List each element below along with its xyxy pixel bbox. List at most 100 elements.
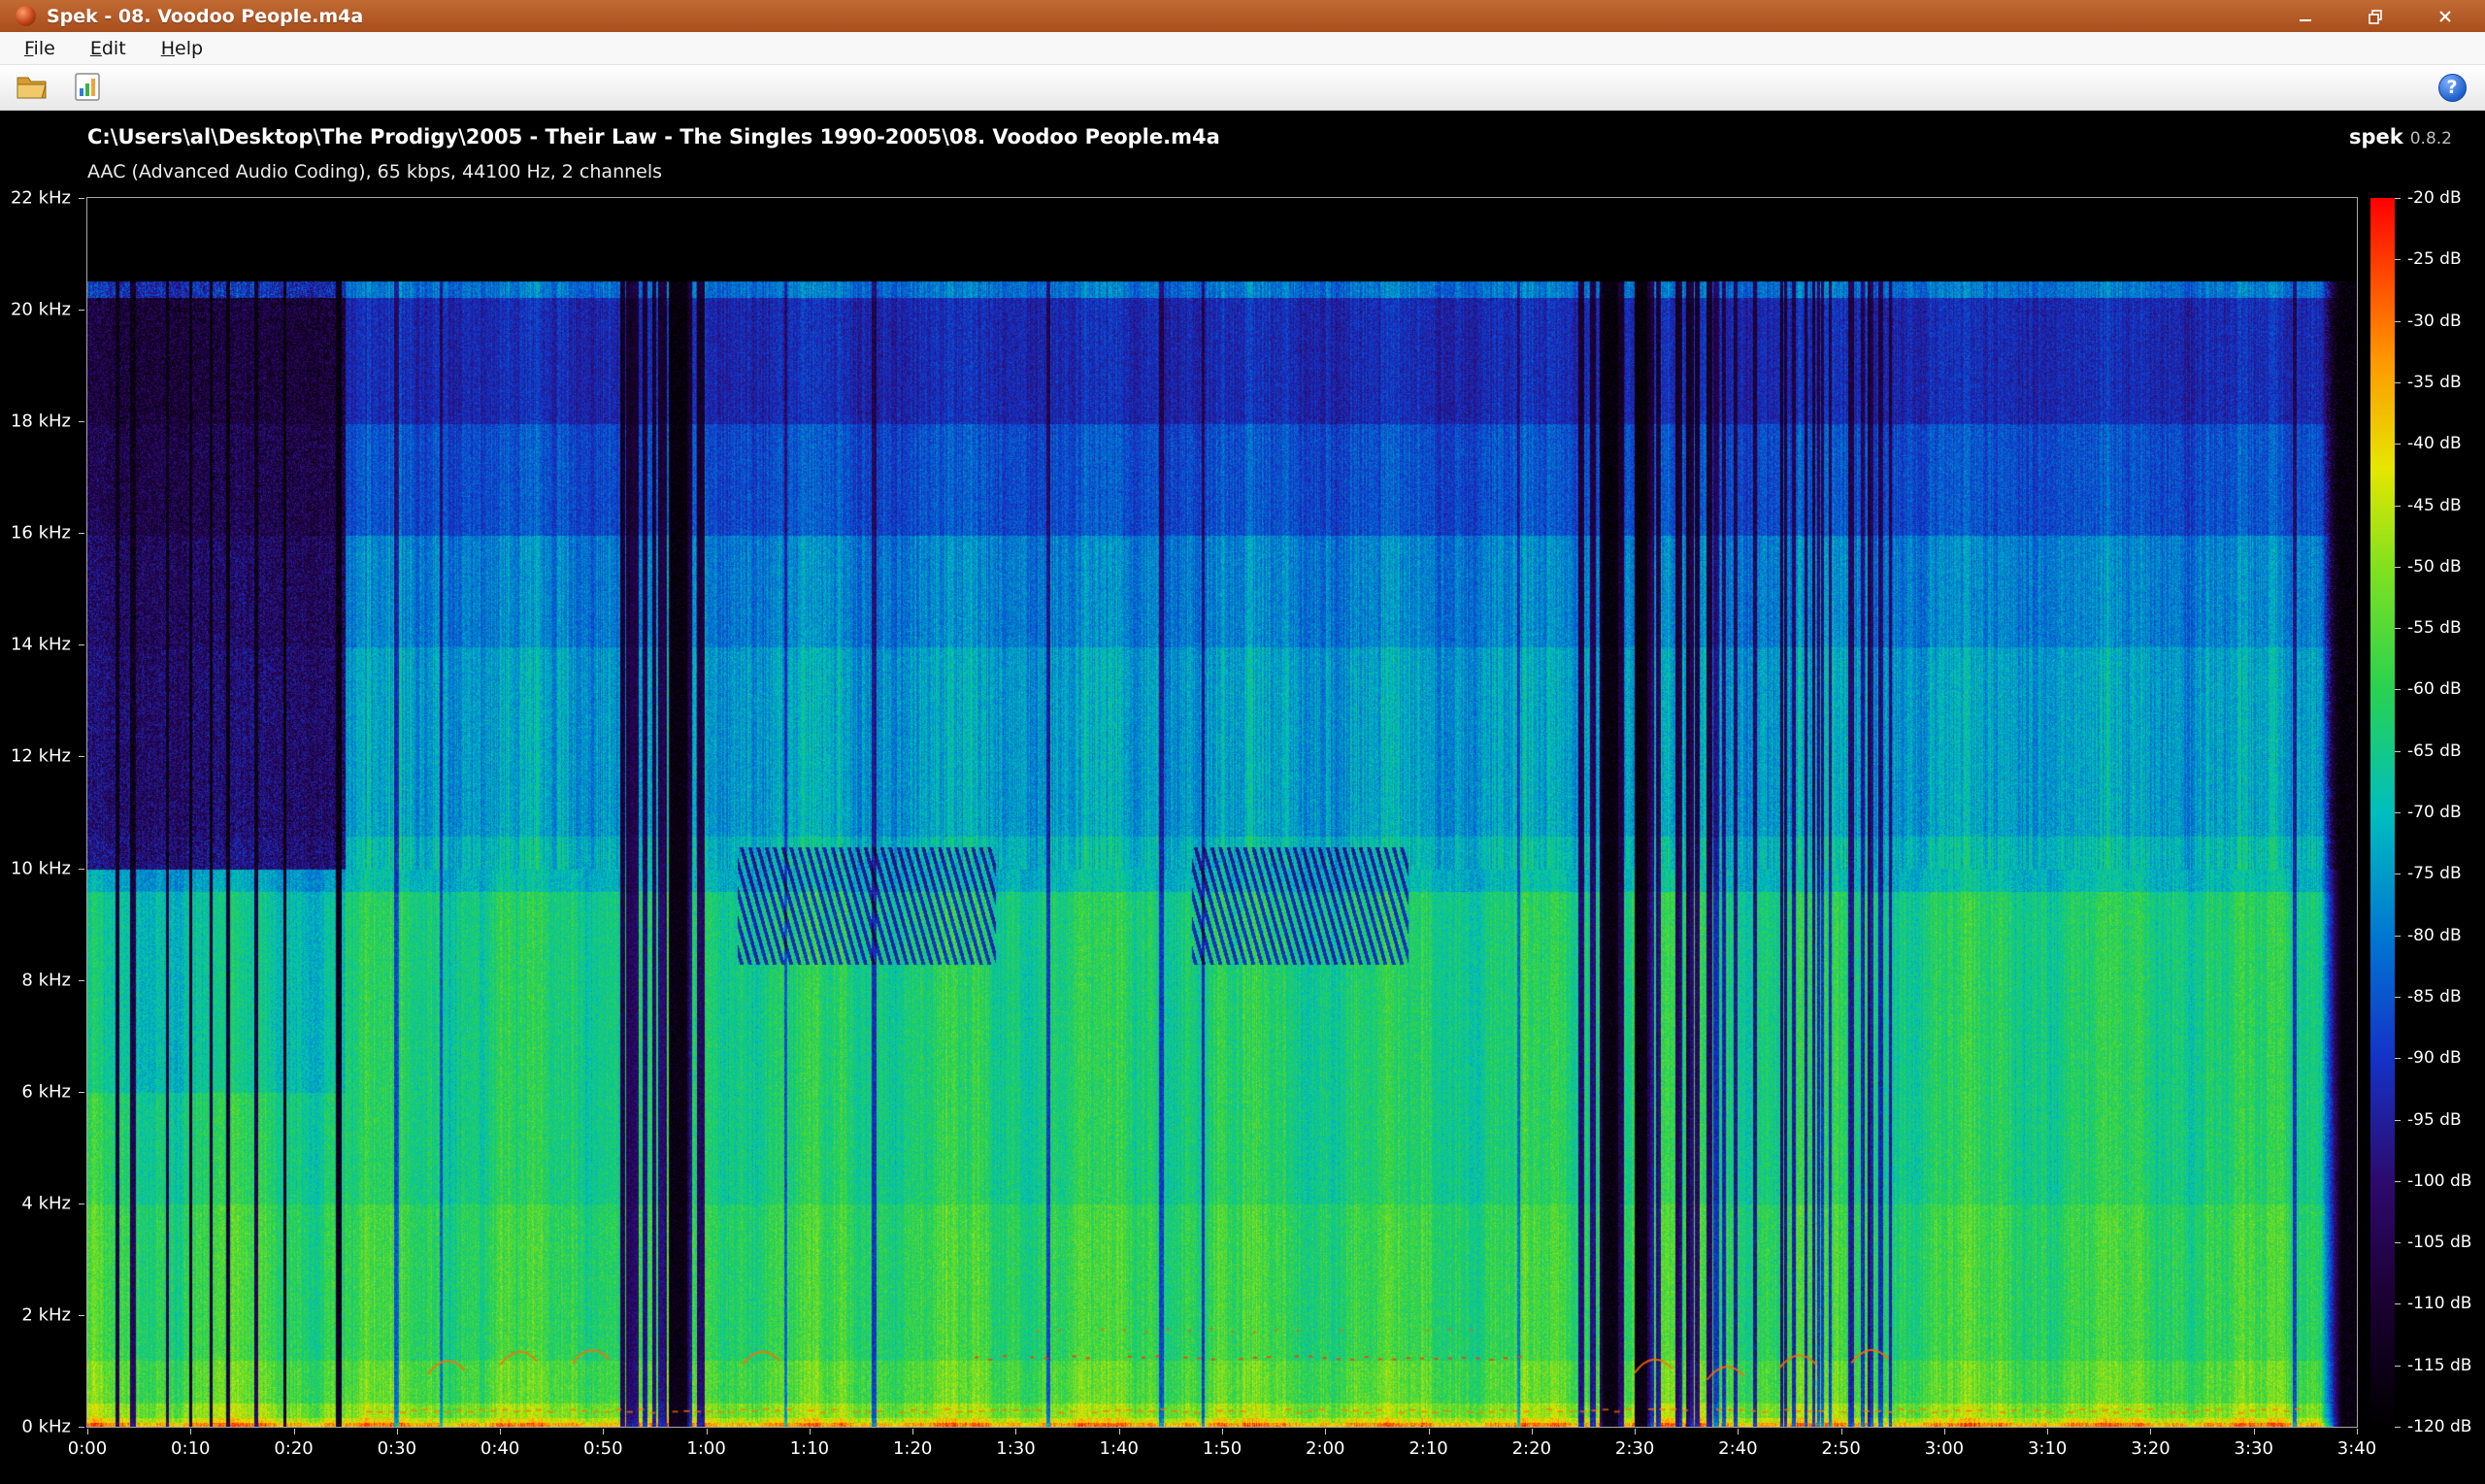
axis-tick	[79, 421, 84, 422]
axis-tick	[2047, 1429, 2048, 1435]
axis-tick	[79, 869, 84, 870]
save-spectrogram-button[interactable]	[66, 68, 109, 107]
db-label: -95 dB	[2407, 1110, 2462, 1130]
db-axis: -20 dB-25 dB-30 dB-35 dB-40 dB-45 dB-50 …	[2395, 198, 2484, 1427]
app-icon	[16, 6, 36, 26]
db-label: -30 dB	[2407, 312, 2462, 331]
time-label: 0:40	[480, 1438, 519, 1459]
app-branding: spek0.8.2	[2349, 125, 2452, 148]
menubar: File Edit Help	[0, 32, 2485, 65]
axis-tick	[1429, 1429, 1430, 1435]
axis-tick	[2395, 936, 2401, 937]
db-label: -25 dB	[2407, 249, 2462, 269]
db-label: -70 dB	[2407, 803, 2462, 822]
time-label: 1:30	[996, 1438, 1035, 1459]
axis-tick	[2395, 198, 2401, 199]
window-titlebar[interactable]: Spek - 08. Voodoo People.m4a	[0, 0, 2485, 32]
axis-tick	[87, 1429, 88, 1435]
axis-tick	[79, 1427, 84, 1428]
axis-tick	[1325, 1429, 1326, 1435]
restore-icon	[2367, 8, 2384, 25]
axis-tick	[2395, 1303, 2401, 1304]
axis-tick	[1944, 1429, 1945, 1435]
axis-tick	[2395, 997, 2401, 998]
axis-tick	[1015, 1429, 1016, 1435]
freq-label: 20 kHz	[11, 300, 71, 320]
axis-tick	[2395, 1181, 2401, 1182]
axis-tick	[397, 1429, 398, 1435]
minimize-button[interactable]	[2291, 4, 2320, 29]
close-icon	[2436, 8, 2454, 25]
time-label: 3:20	[2131, 1438, 2170, 1459]
db-label: -90 dB	[2407, 1048, 2462, 1068]
freq-label: 4 kHz	[21, 1193, 71, 1213]
axis-tick	[79, 198, 84, 199]
time-label: 3:30	[2235, 1438, 2273, 1459]
axis-tick	[2395, 1120, 2401, 1121]
time-label: 2:50	[1821, 1438, 1860, 1459]
db-label: -105 dB	[2407, 1233, 2471, 1252]
freq-label: 22 kHz	[11, 188, 71, 209]
freq-label: 18 kHz	[11, 412, 71, 432]
time-axis: 0:000:100:200:300:400:501:001:101:201:30…	[87, 1429, 2357, 1471]
freq-label: 16 kHz	[11, 523, 71, 544]
axis-tick	[1119, 1429, 1120, 1435]
codec-info: AAC (Advanced Audio Coding), 65 kbps, 44…	[87, 161, 662, 182]
axis-tick	[2395, 506, 2401, 507]
time-label: 1:20	[893, 1438, 932, 1459]
spectrogram-canvas	[87, 198, 2357, 1427]
file-path: C:\Users\al\Desktop\The Prodigy\2005 - T…	[87, 125, 1220, 148]
freq-label: 12 kHz	[11, 746, 71, 767]
db-label: -80 dB	[2407, 926, 2462, 945]
axis-tick	[603, 1429, 604, 1435]
freq-label: 14 kHz	[11, 635, 71, 655]
help-icon: ?	[2438, 74, 2467, 102]
db-label: -35 dB	[2407, 373, 2462, 392]
db-label: -45 dB	[2407, 496, 2462, 515]
db-label: -55 dB	[2407, 618, 2462, 638]
db-label: -85 dB	[2407, 987, 2462, 1006]
freq-label: 0 kHz	[21, 1417, 71, 1437]
menu-item-edit[interactable]: Edit	[76, 32, 141, 65]
time-label: 2:00	[1306, 1438, 1344, 1459]
time-label: 1:00	[686, 1438, 725, 1459]
axis-tick	[1841, 1429, 1842, 1435]
restore-button[interactable]	[2361, 4, 2390, 29]
axis-tick	[79, 980, 84, 981]
open-file-button[interactable]	[12, 68, 54, 107]
time-label: 0:50	[583, 1438, 622, 1459]
time-label: 2:30	[1615, 1438, 1654, 1459]
app-name: spek	[2349, 125, 2403, 148]
axis-tick	[2395, 812, 2401, 813]
axis-tick	[79, 310, 84, 311]
menu-item-help[interactable]: Help	[147, 32, 217, 65]
minimize-icon	[2297, 8, 2314, 25]
time-label: 1:10	[790, 1438, 829, 1459]
close-button[interactable]	[2431, 4, 2460, 29]
db-label: -120 dB	[2407, 1417, 2471, 1436]
time-label: 0:00	[68, 1438, 107, 1459]
axis-tick	[2150, 1429, 2151, 1435]
time-label: 3:10	[2028, 1438, 2067, 1459]
time-label: 0:30	[378, 1438, 416, 1459]
frequency-axis: 22 kHz20 kHz18 kHz16 kHz14 kHz12 kHz10 k…	[0, 198, 86, 1427]
menu-item-file[interactable]: File	[10, 32, 70, 65]
window-controls	[2291, 4, 2475, 29]
axis-tick	[190, 1429, 191, 1435]
time-label: 2:40	[1718, 1438, 1757, 1459]
help-button[interactable]: ?	[2431, 68, 2473, 107]
open-folder-icon	[16, 73, 50, 102]
time-label: 1:40	[1100, 1438, 1139, 1459]
axis-tick	[79, 1092, 84, 1093]
time-label: 1:50	[1203, 1438, 1242, 1459]
db-label: -40 dB	[2407, 434, 2462, 453]
axis-tick	[2395, 689, 2401, 690]
axis-tick	[2395, 628, 2401, 629]
time-label: 0:10	[171, 1438, 210, 1459]
time-label: 0:20	[274, 1438, 313, 1459]
db-label: -50 dB	[2407, 557, 2462, 577]
axis-tick	[810, 1429, 811, 1435]
axis-tick	[2357, 1429, 2358, 1435]
time-label: 3:00	[1925, 1438, 1964, 1459]
axis-tick	[79, 756, 84, 757]
